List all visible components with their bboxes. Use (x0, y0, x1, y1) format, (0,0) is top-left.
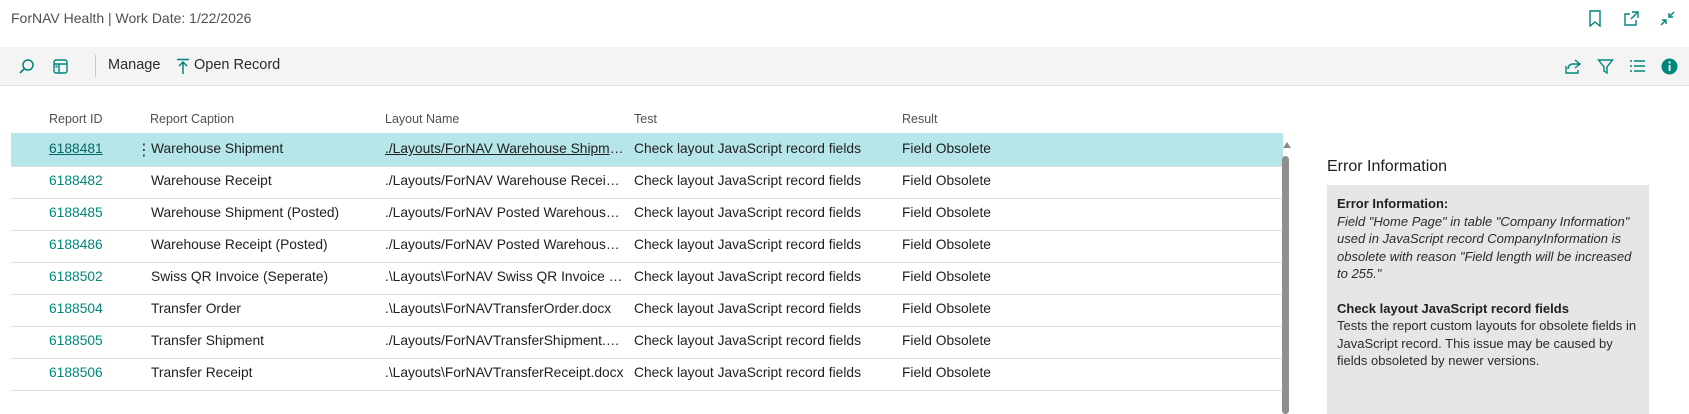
layout-name: .\Layouts\ForNAVTransferReceipt.docx (385, 365, 624, 380)
table-row[interactable]: 6188482 Warehouse Receipt ./Layouts/ForN… (11, 165, 1283, 199)
layout-name: ./Layouts/ForNAV Warehouse Shipment.docx (385, 141, 627, 156)
report-id-link[interactable]: 6188502 (49, 269, 103, 284)
report-id-link[interactable]: 6188485 (49, 205, 103, 220)
test-name: Check layout JavaScript record fields (634, 269, 861, 284)
info-icon[interactable] (1659, 56, 1679, 76)
table-row[interactable]: 6188485 Warehouse Shipment (Posted) ./La… (11, 197, 1283, 231)
result-value: Field Obsolete (902, 173, 991, 188)
layout-name: ./Layouts/ForNAV Warehouse Receipt.docx (385, 173, 627, 188)
column-header-test[interactable]: Test (634, 112, 657, 126)
scroll-up-arrow-icon[interactable] (1283, 142, 1291, 148)
report-id-link[interactable]: 6188504 (49, 301, 103, 316)
layout-name: ./Layouts/ForNAVTransferShipment.docx (385, 333, 627, 348)
test-name: Check layout JavaScript record fields (634, 365, 861, 380)
result-value: Field Obsolete (902, 141, 991, 156)
report-caption: Warehouse Receipt (Posted) (151, 237, 328, 252)
row-actions-icon[interactable]: ⋮ (136, 140, 152, 160)
bookmark-icon[interactable] (1585, 8, 1605, 28)
report-id-link[interactable]: 6188486 (49, 237, 103, 252)
report-id-link[interactable]: 6188506 (49, 365, 103, 380)
layout-name: ./Layouts/ForNAV Posted Warehouse Receip… (385, 237, 627, 252)
factbox-pane: Error Information Error Information: Fie… (1305, 140, 1689, 414)
open-record-button[interactable]: Open Record (194, 57, 280, 73)
test-name: Check layout JavaScript record fields (634, 333, 861, 348)
report-caption: Swiss QR Invoice (Seperate) (151, 269, 329, 284)
report-caption: Transfer Receipt (151, 365, 253, 380)
result-value: Field Obsolete (902, 301, 991, 316)
search-icon[interactable] (16, 56, 36, 76)
table-row[interactable]: 6188506 Transfer Receipt .\Layouts\ForNA… (11, 357, 1283, 391)
test-description: Tests the report custom layouts for obso… (1337, 318, 1637, 368)
result-value: Field Obsolete (902, 237, 991, 252)
test-heading: Check layout JavaScript record fields (1337, 300, 1569, 316)
toolbar-divider (95, 55, 96, 77)
manage-button[interactable]: Manage (108, 57, 160, 73)
result-value: Field Obsolete (902, 365, 991, 380)
report-caption: Warehouse Receipt (151, 173, 272, 188)
error-information-panel: Error Information: Field "Home Page" in … (1327, 185, 1649, 414)
test-name: Check layout JavaScript record fields (634, 141, 861, 156)
factbox-title: Error Information (1327, 158, 1448, 175)
page-title: ForNAV Health | Work Date: 1/22/2026 (11, 10, 252, 26)
column-header-report-caption[interactable]: Report Caption (150, 112, 234, 126)
toolbar-right-actions (1563, 56, 1679, 76)
error-message: Field "Home Page" in table "Company Info… (1337, 213, 1632, 282)
filter-icon[interactable] (1595, 56, 1615, 76)
test-name: Check layout JavaScript record fields (634, 205, 861, 220)
share-icon[interactable] (1563, 56, 1583, 76)
column-header-report-id[interactable]: Report ID (49, 112, 103, 126)
result-value: Field Obsolete (902, 205, 991, 220)
report-caption: Transfer Order (151, 301, 241, 316)
title-bar: ForNAV Health | Work Date: 1/22/2026 (0, 0, 1689, 46)
scroll-thumb[interactable] (1282, 156, 1289, 414)
open-record-icon[interactable] (173, 56, 193, 76)
table-row[interactable]: 6188505 Transfer Shipment ./Layouts/ForN… (11, 325, 1283, 359)
table-row[interactable]: 6188486 Warehouse Receipt (Posted) ./Lay… (11, 229, 1283, 263)
error-heading: Error Information: (1337, 196, 1449, 211)
layout-name: ./Layouts/ForNAV Posted Warehouse Shipme… (385, 205, 627, 220)
report-id-link[interactable]: 6188505 (49, 333, 103, 348)
report-caption: Warehouse Shipment (151, 141, 284, 156)
test-name: Check layout JavaScript record fields (634, 237, 861, 252)
column-header-layout-name[interactable]: Layout Name (385, 112, 459, 126)
layout-name: .\Layouts\ForNAVTransferOrder.docx (385, 301, 612, 316)
result-value: Field Obsolete (902, 269, 991, 284)
report-id-link[interactable]: 6188482 (49, 173, 103, 188)
layout-view-icon[interactable] (50, 56, 70, 76)
column-header-result[interactable]: Result (902, 112, 937, 126)
table-row[interactable]: 6188504 Transfer Order .\Layouts\ForNAVT… (11, 293, 1283, 327)
layout-name: .\Layouts\ForNAV Swiss QR Invoice Sepera… (385, 269, 627, 284)
table-row[interactable]: 6188502 Swiss QR Invoice (Seperate) .\La… (11, 261, 1283, 295)
list-view-icon[interactable] (1627, 56, 1647, 76)
open-new-window-icon[interactable] (1621, 8, 1641, 28)
table-row[interactable]: 6188481 ⋮ Warehouse Shipment ./Layouts/F… (11, 133, 1283, 167)
report-caption: Warehouse Shipment (Posted) (151, 205, 340, 220)
collapse-icon[interactable] (1657, 8, 1677, 28)
title-actions (1585, 8, 1677, 28)
report-caption: Transfer Shipment (151, 333, 264, 348)
report-id-link[interactable]: 6188481 (49, 141, 103, 156)
action-bar: Manage Open Record (0, 47, 1689, 86)
test-name: Check layout JavaScript record fields (634, 301, 861, 316)
vertical-scrollbar[interactable] (1280, 142, 1292, 414)
result-value: Field Obsolete (902, 333, 991, 348)
test-name: Check layout JavaScript record fields (634, 173, 861, 188)
